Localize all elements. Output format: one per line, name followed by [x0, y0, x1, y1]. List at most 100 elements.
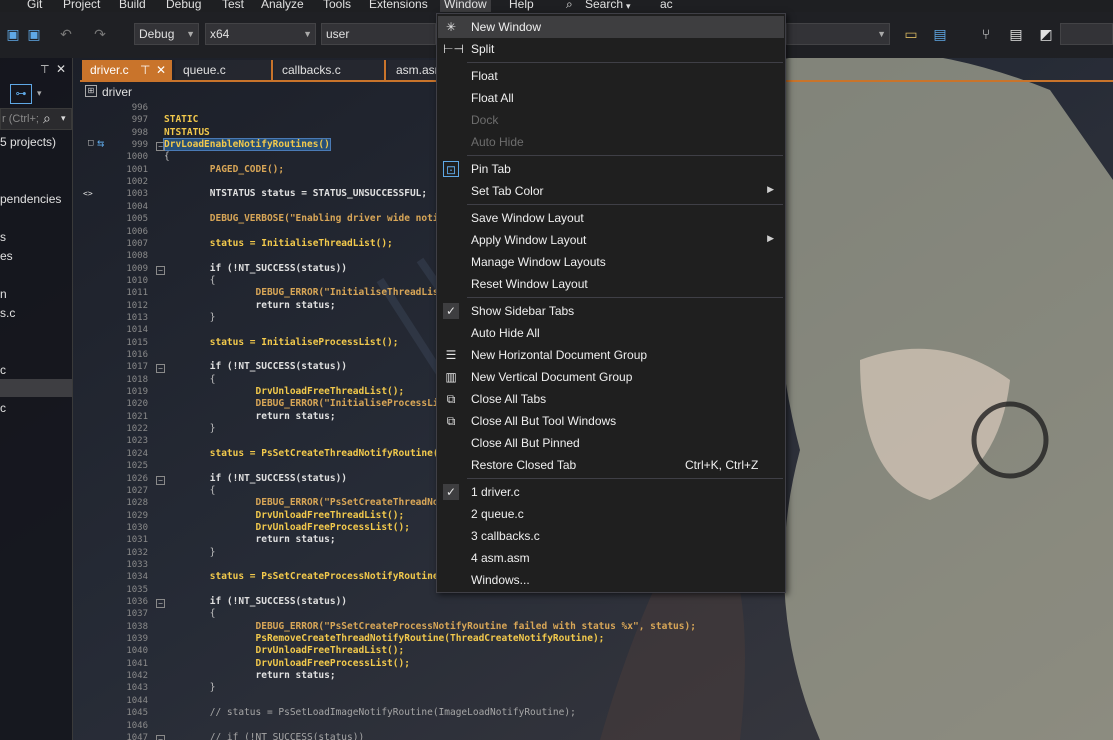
collapse-icon[interactable]: − [156, 734, 165, 740]
references-icon[interactable]: ⇆ [97, 136, 104, 150]
solution-search-input[interactable]: r (Ctrl+; ⌕ ▾ [0, 108, 72, 130]
collapse-icon[interactable]: − [156, 265, 165, 275]
menu-item-restore-closed-tab[interactable]: Restore Closed Tab Ctrl+K, Ctrl+Z [438, 454, 784, 476]
line-number: 1042 [126, 671, 148, 682]
line-number: 1026 [126, 473, 148, 484]
menu-extensions[interactable]: Extensions [369, 0, 428, 11]
solution-name: ac [660, 0, 673, 11]
menu-debug[interactable]: Debug [166, 0, 201, 11]
undo-icon[interactable]: ↶ [58, 26, 74, 42]
line-number: 998 [131, 127, 148, 138]
collapse-icon[interactable]: − [156, 475, 165, 485]
collapse-icon[interactable]: − [156, 364, 165, 374]
menu-item-2-queue-c[interactable]: 2 queue.c [438, 503, 784, 525]
folder-icon[interactable]: ▭ [903, 26, 919, 42]
sync-view-icon[interactable]: ⊶ [10, 84, 32, 104]
breadcrumb[interactable]: ⊞ driver [80, 82, 440, 102]
tab-asm-asm[interactable]: asm.asm [388, 60, 445, 80]
menu-item-label: Dock [471, 113, 499, 127]
menu-item-split[interactable]: ⊢⊣ Split [438, 38, 784, 60]
menu-item-set-tab-color[interactable]: Set Tab Color ▶ [438, 180, 784, 202]
redo-icon[interactable]: ↷ [92, 26, 108, 42]
chevron-down-icon[interactable]: ▾ [37, 88, 42, 99]
tree-item[interactable]: s.c [0, 306, 15, 320]
code-line: status = InitialiseThreadList(); [164, 237, 393, 249]
menu-item-float[interactable]: Float [438, 65, 784, 87]
menu-item-close-all-tabs[interactable]: ⧉ Close All Tabs [438, 388, 784, 410]
line-number: 1045 [126, 708, 148, 719]
tree-item[interactable]: c [0, 401, 6, 415]
menu-item-apply-window-layout[interactable]: Apply Window Layout ▶ [438, 229, 784, 251]
save-all-icon[interactable]: ▣ [26, 26, 42, 42]
tab-label: driver.c [90, 63, 129, 77]
search-icon[interactable]: ⌕ [566, 0, 573, 12]
menu-help[interactable]: Help [509, 0, 534, 11]
menu-item-float-all[interactable]: Float All [438, 87, 784, 109]
menu-build[interactable]: Build [119, 0, 146, 11]
tree-item[interactable]: n [0, 287, 7, 301]
menu-item-new-window[interactable]: ✳ New Window [438, 16, 784, 38]
menu-item-label: Windows... [471, 573, 530, 587]
menu-item-3-callbacks-c[interactable]: 3 callbacks.c [438, 525, 784, 547]
menu-item-auto-hide-all[interactable]: Auto Hide All [438, 322, 784, 344]
submenu-arrow-icon: ▶ [767, 233, 774, 243]
menu-item-reset-window-layout[interactable]: Reset Window Layout [438, 273, 784, 295]
close-icon[interactable]: ✕ [156, 60, 166, 80]
menu-item-close-all-but-tool-windows[interactable]: ⧉ Close All But Tool Windows [438, 410, 784, 432]
tree-item[interactable]: es [0, 249, 13, 263]
pin-icon[interactable]: ⊤ [40, 63, 50, 76]
tab-driver-c[interactable]: driver.c ⊤ ✕ [82, 60, 172, 80]
code-line: if (!NT_SUCCESS(status)) [164, 361, 348, 373]
menu-search[interactable]: Search [585, 0, 623, 11]
line-number: 1015 [126, 337, 148, 348]
search-dropdown-icon[interactable]: ▾ [626, 1, 631, 12]
tree-item-selected[interactable] [0, 379, 72, 397]
menu-analyze[interactable]: Analyze [261, 0, 304, 11]
pin-icon[interactable]: ⊤ [140, 60, 150, 80]
menu-item-save-window-layout[interactable]: Save Window Layout [438, 207, 784, 229]
save-icon[interactable]: ▣ [5, 26, 21, 42]
tree-item-dependencies[interactable]: pendencies [0, 192, 61, 206]
configuration-select[interactable]: Debug ▼ [134, 23, 199, 45]
code-line: DrvUnloadFreeThreadList(); [164, 645, 405, 657]
menu-item-label: Float All [471, 91, 514, 105]
line-number: 1011 [126, 288, 148, 299]
tool-icon[interactable]: ◩ [1038, 26, 1054, 42]
menu-git[interactable]: Git [27, 0, 42, 11]
menu-item-pin-tab[interactable]: ⊡ Pin Tab [438, 158, 784, 180]
menu-item-show-sidebar-tabs[interactable]: ✓ Show Sidebar Tabs [438, 300, 784, 322]
code-line: status = PsSetCreateProcessNotifyRoutine [164, 571, 439, 583]
menu-item-label: 4 asm.asm [471, 551, 530, 565]
profile-select[interactable]: user [321, 23, 436, 45]
menu-item-label: New Horizontal Document Group [471, 348, 648, 362]
git-icon[interactable]: ⑂ [978, 26, 994, 42]
menu-window[interactable]: Window [440, 0, 491, 12]
line-number: 1009 [126, 263, 148, 274]
tree-item-solution[interactable]: 5 projects) [0, 135, 56, 149]
browser-icon[interactable]: ▤ [932, 26, 948, 42]
menu-item-windows[interactable]: Windows... [438, 569, 784, 591]
tree-item[interactable]: c [0, 363, 6, 377]
menu-item-close-all-but-pinned[interactable]: Close All But Pinned [438, 432, 784, 454]
comment-icon[interactable]: ▤ [1008, 26, 1024, 42]
tree-item[interactable]: s [0, 230, 6, 244]
close-icon[interactable]: ✕ [56, 62, 66, 76]
collapse-icon[interactable]: − [156, 599, 165, 608]
menu-item-new-horizontal-document-group[interactable]: ☰ New Horizontal Document Group [438, 344, 784, 366]
menu-item-4-asm-asm[interactable]: 4 asm.asm [438, 547, 784, 569]
startup-select[interactable]: ▼ [786, 23, 890, 45]
menu-item-1-driver-c[interactable]: ✓ 1 driver.c [438, 481, 784, 503]
extra-search-box[interactable] [1060, 23, 1113, 45]
line-number: 1036 [126, 597, 148, 607]
menu-item-new-vertical-document-group[interactable]: ▥ New Vertical Document Group [438, 366, 784, 388]
menu-item-manage-window-layouts[interactable]: Manage Window Layouts [438, 251, 784, 273]
platform-select[interactable]: x64 ▼ [205, 23, 316, 45]
collapse-icon[interactable]: − [156, 142, 165, 152]
menu-item-label: Close All Tabs [471, 392, 547, 406]
menu-item-label: Set Tab Color [471, 184, 544, 198]
tab-callbacks-c[interactable]: callbacks.c [274, 60, 386, 80]
menu-test[interactable]: Test [222, 0, 244, 11]
menu-tools[interactable]: Tools [323, 0, 351, 11]
menu-project[interactable]: Project [63, 0, 100, 11]
tab-queue-c[interactable]: queue.c [175, 60, 273, 80]
